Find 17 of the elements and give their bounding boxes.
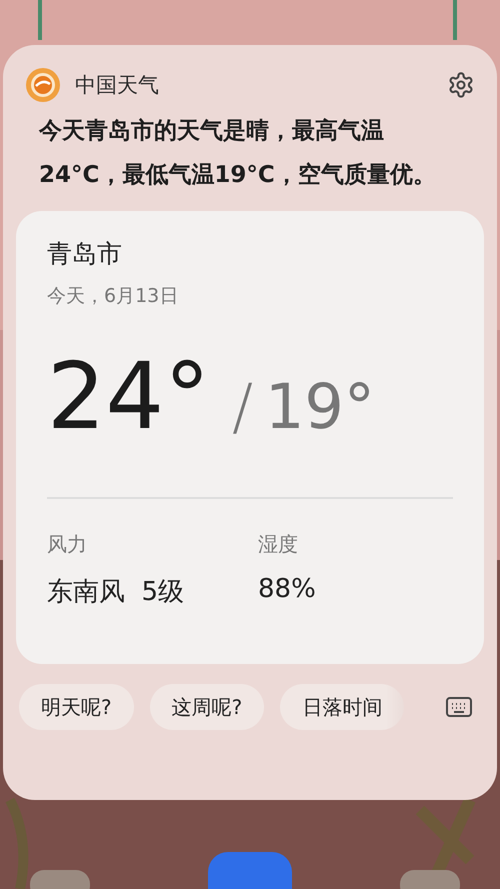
detail-label: 风力 — [47, 531, 88, 558]
suggestion-chip[interactable]: 日落时间 — [280, 684, 404, 730]
sun-logo-icon — [25, 67, 61, 103]
app-name: 中国天气 — [75, 72, 160, 99]
city-name: 青岛市 — [47, 238, 123, 270]
suggestion-chip[interactable]: 明天呢? — [19, 684, 134, 730]
detail-value: 东南风 5级 — [47, 576, 186, 609]
high-temperature: 24° — [47, 347, 210, 447]
settings-icon[interactable] — [447, 71, 475, 99]
temperature-separator: / — [232, 370, 253, 443]
keyboard-icon[interactable] — [445, 695, 473, 719]
date-label: 今天，6月13日 — [47, 284, 180, 309]
weather-summary: 今天青岛市的天气是晴，最高气温24°C，最低气温19°C，空气质量优。 — [38, 117, 437, 190]
detail-label: 湿度 — [258, 531, 299, 558]
detail-value: 88% — [258, 574, 317, 604]
suggestion-chip[interactable]: 这周呢? — [150, 684, 264, 730]
low-temperature: 19° — [264, 370, 375, 443]
